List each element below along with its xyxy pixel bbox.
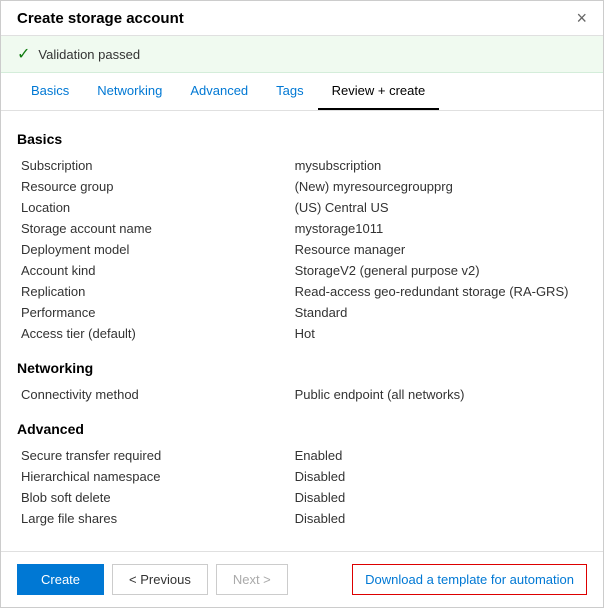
account-kind-label: Account kind: [17, 260, 291, 281]
table-row: Secure transfer required Enabled: [17, 445, 587, 466]
tab-networking[interactable]: Networking: [83, 73, 176, 110]
validation-banner: ✓ Validation passed: [1, 36, 603, 73]
basics-table: Subscription mysubscription Resource gro…: [17, 155, 587, 344]
table-row: Hierarchical namespace Disabled: [17, 466, 587, 487]
replication-value: Read-access geo-redundant storage (RA-GR…: [291, 281, 587, 302]
large-file-shares-value: Disabled: [291, 508, 587, 529]
create-storage-account-window: Create storage account × ✓ Validation pa…: [0, 0, 604, 608]
content-area: Basics Subscription mysubscription Resou…: [1, 111, 603, 551]
storage-account-name-label: Storage account name: [17, 218, 291, 239]
resource-group-label: Resource group: [17, 176, 291, 197]
tab-tags[interactable]: Tags: [262, 73, 317, 110]
networking-table: Connectivity method Public endpoint (all…: [17, 384, 587, 405]
location-label: Location: [17, 197, 291, 218]
networking-section-title: Networking: [17, 360, 587, 376]
close-button[interactable]: ×: [576, 9, 587, 27]
hierarchical-namespace-label: Hierarchical namespace: [17, 466, 291, 487]
access-tier-value: Hot: [291, 323, 587, 344]
tab-bar: Basics Networking Advanced Tags Review +…: [1, 73, 603, 111]
table-row: Resource group (New) myresourcegroupprg: [17, 176, 587, 197]
location-value: (US) Central US: [291, 197, 587, 218]
table-row: Blob soft delete Disabled: [17, 487, 587, 508]
table-row: Connectivity method Public endpoint (all…: [17, 384, 587, 405]
deployment-model-value: Resource manager: [291, 239, 587, 260]
table-row: Large file shares Disabled: [17, 508, 587, 529]
table-row: Access tier (default) Hot: [17, 323, 587, 344]
subscription-label: Subscription: [17, 155, 291, 176]
validation-text: Validation passed: [38, 47, 140, 62]
resource-group-value: (New) myresourcegroupprg: [291, 176, 587, 197]
table-row: Subscription mysubscription: [17, 155, 587, 176]
performance-value: Standard: [291, 302, 587, 323]
footer: Create < Previous Next > Download a temp…: [1, 551, 603, 607]
checkmark-icon: ✓: [17, 44, 30, 64]
tab-advanced[interactable]: Advanced: [176, 73, 262, 110]
previous-button[interactable]: < Previous: [112, 564, 208, 595]
table-row: Account kind StorageV2 (general purpose …: [17, 260, 587, 281]
table-row: Replication Read-access geo-redundant st…: [17, 281, 587, 302]
window-title: Create storage account: [17, 10, 184, 27]
replication-label: Replication: [17, 281, 291, 302]
performance-label: Performance: [17, 302, 291, 323]
access-tier-label: Access tier (default): [17, 323, 291, 344]
storage-account-name-value: mystorage1011: [291, 218, 587, 239]
secure-transfer-value: Enabled: [291, 445, 587, 466]
tab-review-create[interactable]: Review + create: [318, 73, 440, 110]
title-bar: Create storage account ×: [1, 1, 603, 36]
download-template-button[interactable]: Download a template for automation: [352, 564, 587, 595]
table-row: Performance Standard: [17, 302, 587, 323]
tab-basics[interactable]: Basics: [17, 73, 83, 110]
table-row: Storage account name mystorage1011: [17, 218, 587, 239]
table-row: Deployment model Resource manager: [17, 239, 587, 260]
blob-soft-delete-label: Blob soft delete: [17, 487, 291, 508]
hierarchical-namespace-value: Disabled: [291, 466, 587, 487]
advanced-section-title: Advanced: [17, 421, 587, 437]
large-file-shares-label: Large file shares: [17, 508, 291, 529]
secure-transfer-label: Secure transfer required: [17, 445, 291, 466]
advanced-table: Secure transfer required Enabled Hierarc…: [17, 445, 587, 529]
account-kind-value: StorageV2 (general purpose v2): [291, 260, 587, 281]
subscription-value[interactable]: mysubscription: [291, 155, 587, 176]
table-row: Location (US) Central US: [17, 197, 587, 218]
basics-section-title: Basics: [17, 131, 587, 147]
create-button[interactable]: Create: [17, 564, 104, 595]
blob-soft-delete-value: Disabled: [291, 487, 587, 508]
deployment-model-label: Deployment model: [17, 239, 291, 260]
next-button[interactable]: Next >: [216, 564, 288, 595]
connectivity-method-label: Connectivity method: [17, 384, 291, 405]
connectivity-method-value: Public endpoint (all networks): [291, 384, 587, 405]
